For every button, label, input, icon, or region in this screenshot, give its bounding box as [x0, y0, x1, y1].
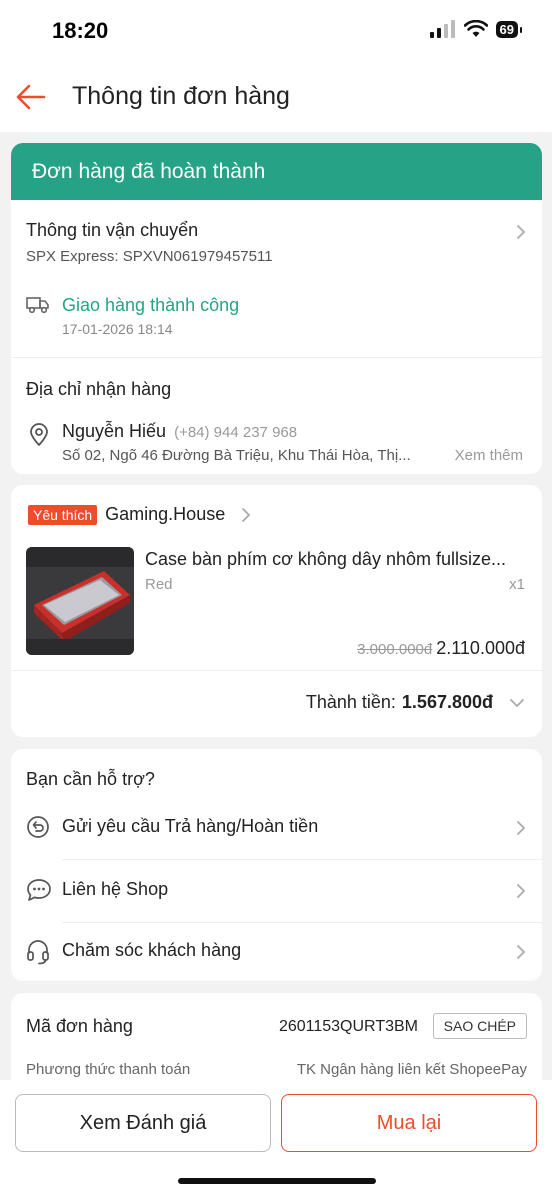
- total-label: Thành tiền:: [305, 692, 396, 712]
- order-total-row[interactable]: Thành tiền: 1.567.800đ: [306, 692, 525, 713]
- support-item-customer-care[interactable]: Chăm sóc khách hàng: [11, 923, 542, 981]
- signal-icon: [429, 20, 455, 38]
- support-item-label: Liên hệ Shop: [62, 879, 169, 899]
- content-scroll[interactable]: Đơn hàng đã hoàn thành Thông tin vận chu…: [0, 132, 552, 1082]
- recipient-line: Nguyễn Hiếu (+84) 944 237 968: [62, 421, 297, 442]
- product-name[interactable]: Case bàn phím cơ không dây nhôm fullsize…: [145, 549, 525, 570]
- support-item-label: Gửi yêu cầu Trả hàng/Hoàn tiền: [62, 816, 319, 836]
- sale-price: 2.110.000đ: [436, 638, 525, 658]
- order-status-card: Đơn hàng đã hoàn thành Thông tin vận chu…: [11, 143, 542, 474]
- address-line: Số 02, Ngõ 46 Đường Bà Triệu, Khu Thái H…: [62, 447, 411, 464]
- shipping-title: Thông tin vận chuyển: [26, 220, 199, 240]
- top-bar: Thông tin đơn hàng: [0, 62, 552, 132]
- shipping-info-section[interactable]: Thông tin vận chuyển SPX Express: SPXVN0…: [11, 200, 542, 350]
- back-arrow-icon[interactable]: [14, 80, 48, 114]
- chevron-right-icon: [517, 225, 525, 239]
- payment-method-value: TK Ngân hàng liên kết ShopeePay: [296, 1061, 527, 1078]
- return-icon: [27, 816, 49, 838]
- copy-order-id-button[interactable]: SAO CHÉP: [432, 1013, 527, 1039]
- home-indicator: [178, 1178, 376, 1184]
- buy-again-button[interactable]: Mua lại: [281, 1094, 537, 1152]
- chat-icon: [27, 879, 51, 901]
- chevron-right-icon: [517, 945, 525, 959]
- chevron-right-icon: [517, 821, 525, 835]
- delivery-status: Giao hàng thành công: [62, 295, 240, 315]
- recipient-phone: (+84) 944 237 968: [174, 424, 298, 441]
- chevron-right-icon: [517, 884, 525, 898]
- product-variant: Red: [145, 576, 173, 593]
- payment-method-label: Phương thức thanh toán: [26, 1061, 191, 1078]
- status-time: 18:20: [52, 18, 109, 43]
- location-pin-icon: [30, 423, 48, 446]
- status-icons: 69: [429, 20, 523, 38]
- original-price: 3.000.000đ: [357, 641, 433, 658]
- support-title: Bạn cần hỗ trợ?: [26, 769, 155, 789]
- headset-icon: [27, 940, 49, 965]
- page-title: Thông tin đơn hàng: [72, 82, 290, 110]
- truck-icon: [26, 297, 49, 314]
- order-id-value: 2601153QURT3BM: [278, 1018, 418, 1035]
- address-title: Địa chỉ nhận hàng: [26, 379, 172, 399]
- wifi-icon: [463, 20, 488, 37]
- keyboard-product-icon: [26, 547, 134, 655]
- carrier-tracking: SPX Express: SPXVN061979457511: [26, 248, 273, 265]
- order-info-card: Mã đơn hàng 2601153QURT3BM SAO CHÉP Phươ…: [11, 993, 542, 1082]
- divider: [11, 357, 542, 358]
- order-id-label: Mã đơn hàng: [26, 1016, 133, 1036]
- support-item-label: Chăm sóc khách hàng: [62, 940, 242, 960]
- chevron-down-icon: [510, 698, 524, 707]
- see-more-link[interactable]: Xem thêm: [455, 447, 523, 464]
- total-value: 1.567.800đ: [401, 692, 493, 712]
- support-card: Bạn cần hỗ trợ? Gửi yêu cầu Trả hàng/Hoà…: [11, 749, 542, 981]
- support-item-contact-shop[interactable]: Liên hệ Shop: [11, 860, 542, 922]
- divider: [11, 670, 542, 671]
- recipient-name: Nguyễn Hiếu: [62, 421, 167, 441]
- status-bar: 18:20 69: [0, 0, 552, 62]
- product-price: 3.000.000đ 2.110.000đ: [357, 638, 525, 659]
- battery-indicator: 69: [495, 20, 523, 38]
- delivery-time: 17-01-2026 18:14: [62, 321, 173, 337]
- favorite-shop-tag: Yêu thích: [28, 504, 98, 525]
- chevron-right-icon: [242, 507, 251, 522]
- view-review-button[interactable]: Xem Đánh giá: [15, 1094, 271, 1152]
- shop-header[interactable]: Yêu thích Gaming.House: [28, 504, 251, 525]
- shop-product-card: Yêu thích Gaming.House Case bàn phím cơ …: [11, 485, 542, 737]
- product-image[interactable]: [26, 547, 134, 655]
- order-status-banner: Đơn hàng đã hoàn thành: [11, 143, 542, 200]
- product-quantity: x1: [509, 576, 525, 593]
- shop-name: Gaming.House: [105, 504, 226, 524]
- support-item-return-refund[interactable]: Gửi yêu cầu Trả hàng/Hoàn tiền: [11, 797, 542, 859]
